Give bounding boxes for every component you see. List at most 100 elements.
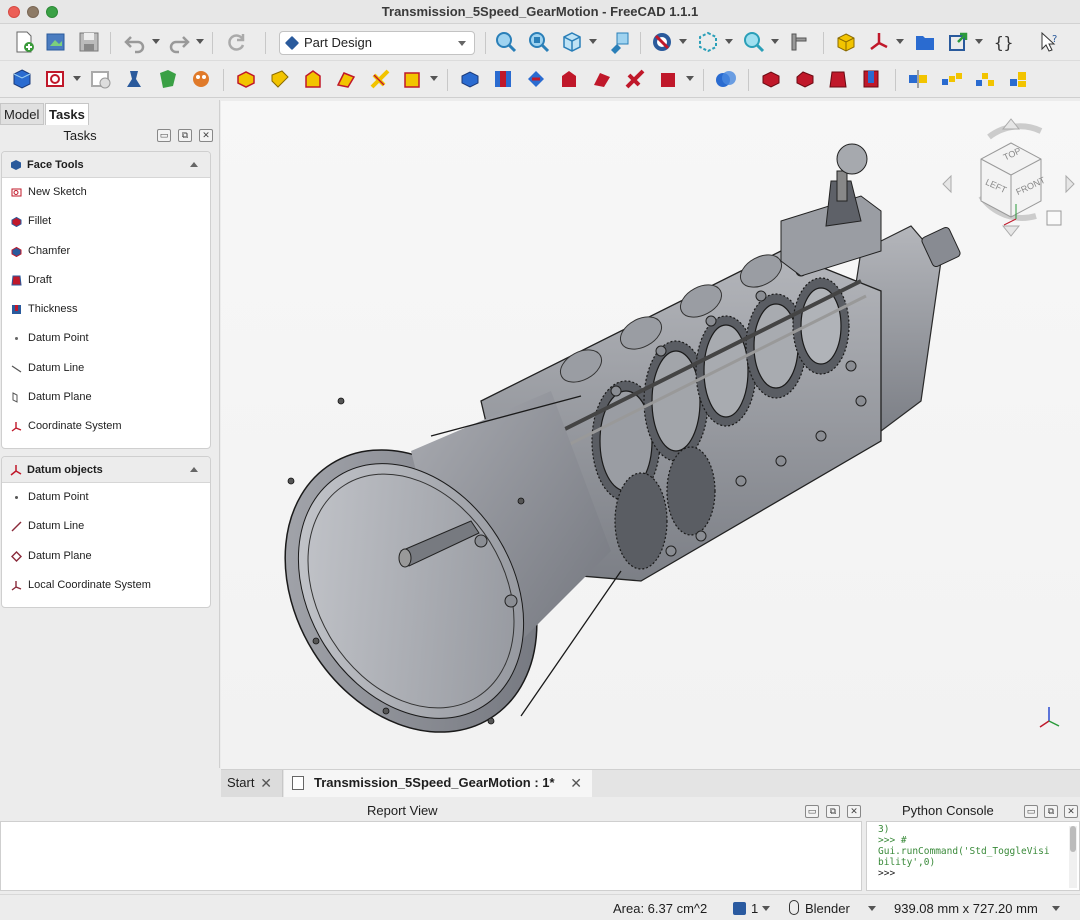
float-panel-icon[interactable]: ⧉ [1044,805,1058,818]
redo-dropdown-icon[interactable] [196,39,204,44]
zoom-icon[interactable] [741,29,767,55]
collapse-caret-icon[interactable] [190,467,198,472]
zoom-dropdown-icon[interactable] [771,39,779,44]
collapse-panel-icon[interactable]: ▭ [157,129,171,142]
sub-shape-binder-icon[interactable] [155,66,181,92]
pocket-icon[interactable] [457,66,483,92]
tab-document[interactable]: Transmission_5Speed_GearMotion : 1* ✕ [284,770,592,797]
tab-model[interactable]: Model [0,103,44,125]
multi-transform-icon[interactable] [1005,66,1031,92]
macro-icon[interactable]: {} [991,29,1017,55]
clone-icon[interactable] [188,66,214,92]
status-page[interactable]: 1 [751,901,758,916]
console-scrollbar[interactable] [1069,826,1077,888]
undo-icon[interactable] [122,29,148,55]
tab-start[interactable]: Start ✕ [221,770,283,797]
task-datum-point[interactable]: Datum Point [2,324,210,353]
bounding-box-icon[interactable] [695,29,721,55]
refresh-icon[interactable] [223,29,249,55]
subtractive-loft-icon[interactable] [556,66,582,92]
link-dropdown-icon[interactable] [975,39,983,44]
chevron-down-icon[interactable] [1052,906,1060,911]
fillet-toolbar-icon[interactable] [758,66,784,92]
box-dropdown-icon[interactable] [725,39,733,44]
additive-pipe-icon[interactable] [333,66,359,92]
task-datum-line[interactable]: Datum Line [2,354,210,383]
page-color-icon[interactable] [733,902,746,915]
groove-icon[interactable] [523,66,549,92]
float-panel-icon[interactable]: ⧉ [178,129,192,142]
save-document-icon[interactable] [76,29,102,55]
validate-sketch-icon[interactable] [88,66,114,92]
stereo-dropdown-icon[interactable] [679,39,687,44]
additive-primitive-icon[interactable] [400,66,426,92]
create-sketch-icon[interactable] [43,66,69,92]
hole-icon[interactable] [490,66,516,92]
subtractive-pipe-icon[interactable] [589,66,615,92]
close-icon[interactable]: ✕ [260,770,272,796]
view-dropdown-icon[interactable] [589,39,597,44]
task-chamfer[interactable]: Chamfer [2,237,210,266]
subtractive-helix-icon[interactable] [622,66,648,92]
3d-viewport[interactable]: TOP LEFT FRONT [221,101,1080,769]
create-part-icon[interactable] [833,29,859,55]
close-panel-icon[interactable]: ✕ [199,129,213,142]
navigation-cube[interactable]: TOP LEFT FRONT [941,111,1076,241]
sketch-dropdown-icon[interactable] [73,76,81,81]
pad-icon[interactable] [233,66,259,92]
float-panel-icon[interactable]: ⧉ [826,805,840,818]
close-panel-icon[interactable]: ✕ [847,805,861,818]
datum-line-item[interactable]: Datum Line [2,512,210,541]
link-icon[interactable] [945,29,971,55]
face-tools-header[interactable]: Face Tools [2,152,210,178]
additive-loft-icon[interactable] [300,66,326,92]
datum-objects-header[interactable]: Datum objects [2,457,210,483]
datum-point-item[interactable]: Datum Point [2,483,210,512]
undo-dropdown-icon[interactable] [152,39,160,44]
task-fillet[interactable]: Fillet [2,207,210,236]
fit-selection-icon[interactable] [526,29,552,55]
additive-dropdown-icon[interactable] [430,76,438,81]
whats-this-icon[interactable]: ? [1036,29,1062,55]
draft-toolbar-icon[interactable] [825,66,851,92]
draw-style-icon[interactable] [606,29,632,55]
stereo-icon[interactable] [649,29,675,55]
datum-plane-item[interactable]: Datum Plane [2,542,210,571]
coordinate-axes-icon[interactable] [866,29,892,55]
isometric-view-icon[interactable] [559,29,585,55]
axes-dropdown-icon[interactable] [896,39,904,44]
task-thickness[interactable]: Thickness [2,295,210,324]
task-datum-plane[interactable]: Datum Plane [2,383,210,412]
task-draft[interactable]: Draft [2,266,210,295]
local-coordinate-system-item[interactable]: Local Coordinate System [2,571,210,600]
python-console-content[interactable]: 3) >>> # Gui.runCommand('Std_ToggleVisi … [866,821,1080,891]
chevron-down-icon[interactable] [868,906,876,911]
subtractive-dropdown-icon[interactable] [686,76,694,81]
status-nav-style[interactable]: Blender [805,901,850,916]
report-view-content[interactable] [0,821,862,891]
shape-binder-icon[interactable] [121,66,147,92]
task-coordinate-system[interactable]: Coordinate System [2,412,210,441]
collapse-caret-icon[interactable] [190,162,198,167]
subtractive-primitive-icon[interactable] [656,66,682,92]
measure-icon[interactable] [787,29,813,55]
chamfer-toolbar-icon[interactable] [792,66,818,92]
folder-icon[interactable] [912,29,938,55]
additive-helix-icon[interactable] [367,66,393,92]
fit-all-icon[interactable] [493,29,519,55]
thickness-toolbar-icon[interactable] [858,66,884,92]
close-panel-icon[interactable]: ✕ [1064,805,1078,818]
close-icon[interactable]: ✕ [570,770,582,796]
collapse-panel-icon[interactable]: ▭ [805,805,819,818]
create-body-icon[interactable] [9,66,35,92]
boolean-icon[interactable] [713,66,739,92]
polar-pattern-icon[interactable] [972,66,998,92]
task-new-sketch[interactable]: New Sketch [2,178,210,207]
open-document-icon[interactable] [43,29,69,55]
tab-tasks[interactable]: Tasks [45,103,89,125]
redo-icon[interactable] [166,29,192,55]
workbench-selector[interactable]: Part Design [279,31,475,55]
chevron-down-icon[interactable] [762,906,770,911]
new-document-icon[interactable] [11,29,37,55]
collapse-panel-icon[interactable]: ▭ [1024,805,1038,818]
